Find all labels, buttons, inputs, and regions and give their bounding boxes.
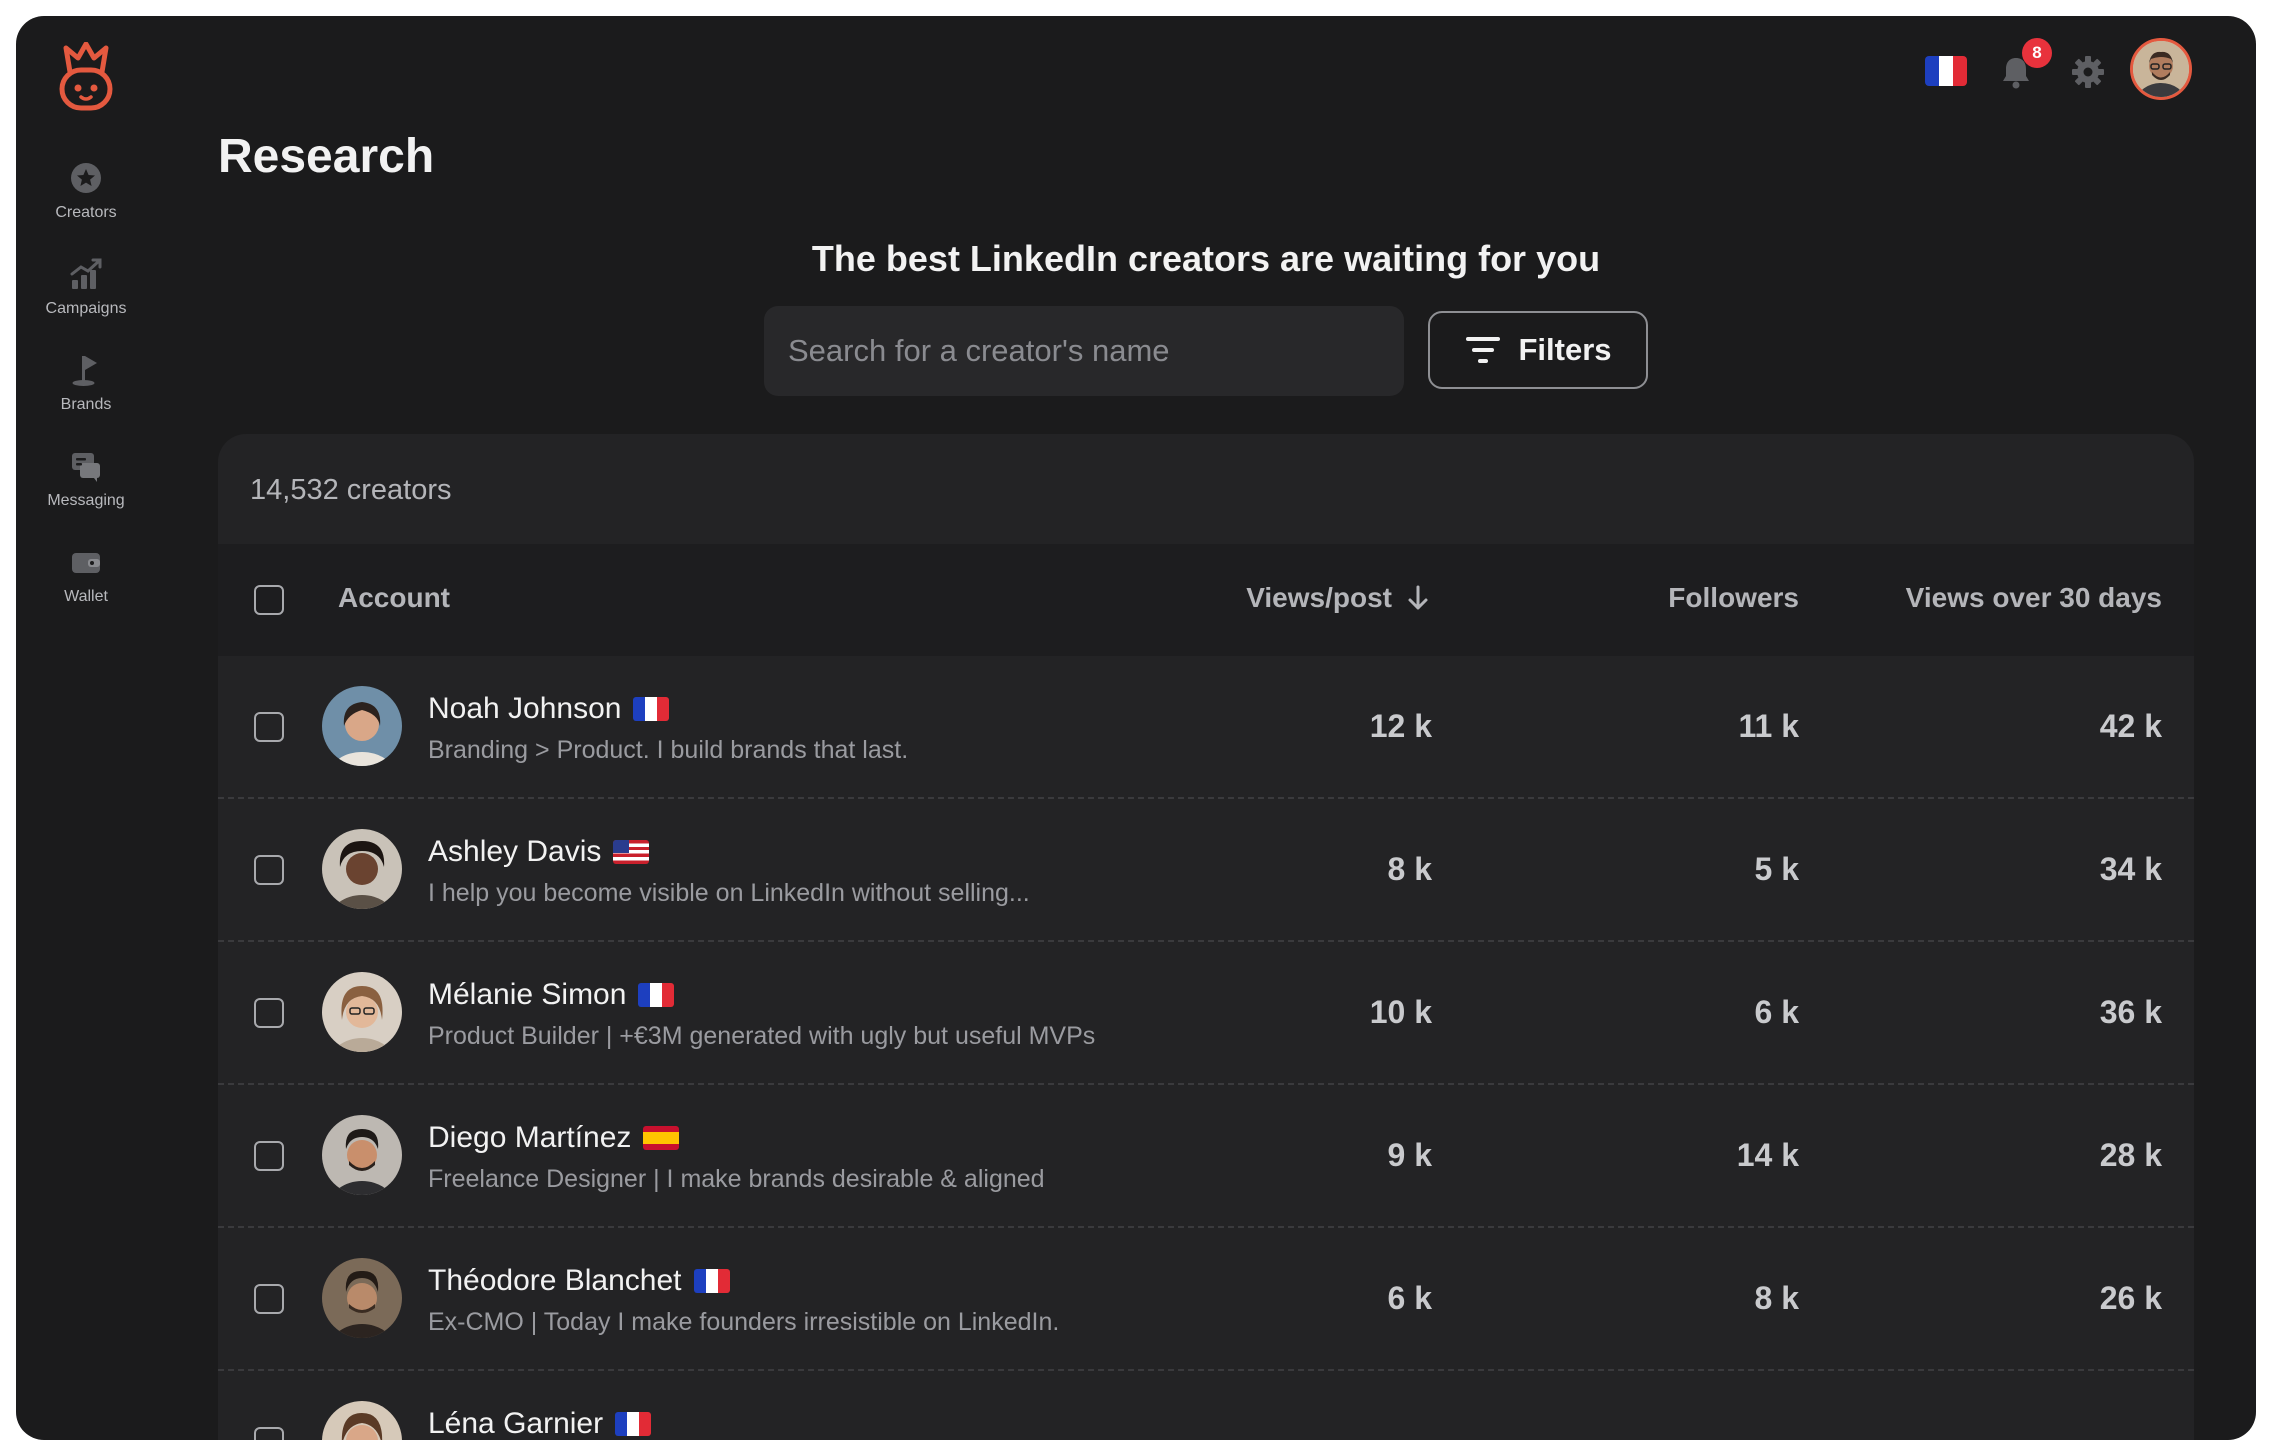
table-header: Account Views/post Followers Views over … [218,544,2194,656]
views-per-post: 12 k [1369,708,1432,744]
views-per-post: 9 k [1387,1137,1432,1173]
star-icon [71,163,101,193]
creator-name-text: Mélanie Simon [428,978,627,1011]
followers-count: 11 k [1738,708,1799,744]
views-30-days: 42 k [2099,708,2162,744]
column-views-30-days[interactable]: Views over 30 days [1906,582,2162,614]
row-checkbox[interactable] [254,712,284,742]
creator-name-text: Ashley Davis [428,835,602,868]
creator-bio: Branding > Product. I build brands that … [428,736,909,764]
france-flag-icon [638,983,675,1007]
search-input[interactable] [764,306,1404,396]
user-avatar-image [2133,41,2189,97]
views-30-days: 36 k [2099,994,2162,1030]
views-30-days: 28 k [2099,1137,2162,1173]
gear-icon[interactable] [2070,54,2106,90]
creator-name[interactable]: Théodore Blanchet [428,1264,730,1298]
language-flag-icon[interactable] [1925,56,1967,86]
creator-avatar [322,972,402,1052]
sidebar-item-creators[interactable]: Creators [16,146,156,242]
france-flag-icon [693,1269,730,1293]
sidebar-item-label: Wallet [64,588,108,605]
chat-icon [72,453,100,482]
creators-list: Noah Johnson Branding > Product. I build… [218,656,2194,1440]
column-views-post-label: Views/post [1246,582,1392,613]
creators-panel: 14,532 creators Account Views/post Follo… [218,434,2194,1440]
creator-bio: Freelance Designer | I make brands desir… [428,1165,1045,1193]
creator-name[interactable]: Mélanie Simon [428,978,675,1012]
views-per-post: 10 k [1369,994,1432,1030]
spain-flag-icon [643,1126,680,1150]
sidebar-item-label: Messaging [47,492,125,509]
followers-count: 14 k [1736,1137,1799,1173]
sidebar-item-label: Creators [55,204,117,221]
creator-name[interactable]: Ashley Davis [428,835,650,869]
creator-name[interactable]: Noah Johnson [428,692,670,726]
creator-avatar [322,1258,402,1338]
sort-down-icon [1408,585,1428,610]
row-checkbox[interactable] [254,1427,284,1440]
sidebar-nav: Creators Campaigns Brands Messaging Wall… [16,146,156,626]
notification-badge: 8 [2022,38,2052,68]
usa-flag-icon [613,840,650,864]
creator-avatar [322,829,402,909]
creator-name[interactable]: Léna Garnier [428,1407,652,1440]
filters-label: Filters [1518,332,1612,367]
table-row[interactable]: Diego Martínez Freelance Designer | I ma… [218,1085,2194,1228]
creator-name-text: Diego Martínez [428,1121,632,1154]
filters-button[interactable]: Filters [1428,311,1648,389]
followers-count: 5 k [1754,851,1799,887]
followers-count: 8 k [1754,1280,1799,1316]
rabbit-logo-icon[interactable] [56,42,116,112]
creator-avatar [322,1115,402,1195]
table-row[interactable]: Léna Garnier [218,1371,2194,1440]
creator-avatar [322,1401,402,1440]
sidebar-item-label: Campaigns [45,300,127,317]
chart-up-icon [70,258,102,289]
creator-bio: Product Builder | +€3M generated with ug… [428,1022,1096,1050]
creator-name-text: Léna Garnier [428,1407,604,1440]
creator-bio: I help you become visible on LinkedIn wi… [428,879,1030,907]
table-row[interactable]: Noah Johnson Branding > Product. I build… [218,656,2194,799]
views-per-post: 8 k [1387,851,1432,887]
column-views-post[interactable]: Views/post [1246,582,1430,614]
table-row[interactable]: Mélanie Simon Product Builder | +€3M gen… [218,942,2194,1085]
hero-heading: The best LinkedIn creators are waiting f… [811,238,1601,279]
sidebar-item-brands[interactable]: Brands [16,338,156,434]
row-checkbox[interactable] [254,1284,284,1314]
user-avatar[interactable] [2130,38,2192,100]
app-window: Creators Campaigns Brands Messaging Wall… [16,16,2256,1440]
views-30-days: 26 k [2099,1280,2162,1316]
select-all-checkbox[interactable] [254,585,284,615]
row-checkbox[interactable] [254,998,284,1028]
sidebar-item-messaging[interactable]: Messaging [16,434,156,530]
column-account[interactable]: Account [338,582,450,614]
table-row[interactable]: Ashley Davis I help you become visible o… [218,799,2194,942]
column-followers[interactable]: Followers [1668,582,1799,614]
views-per-post: 6 k [1387,1280,1432,1316]
table-row[interactable]: Théodore Blanchet Ex-CMO | Today I make … [218,1228,2194,1371]
filter-lines-icon [1466,337,1501,363]
sidebar-item-wallet[interactable]: Wallet [16,530,156,626]
creator-name[interactable]: Diego Martínez [428,1121,680,1155]
france-flag-icon [615,1412,652,1436]
followers-count: 6 k [1754,994,1799,1030]
creator-bio: Ex-CMO | Today I make founders irresisti… [428,1308,1060,1336]
france-flag-icon [633,697,670,721]
sidebar-item-campaigns[interactable]: Campaigns [16,242,156,338]
views-30-days: 34 k [2099,851,2162,887]
flag-icon [72,356,97,386]
row-checkbox[interactable] [254,1141,284,1171]
row-checkbox[interactable] [254,855,284,885]
creator-name-text: Théodore Blanchet [428,1264,682,1297]
page-title: Research [218,130,435,183]
creators-count: 14,532 creators [250,474,452,506]
wallet-icon [72,553,100,573]
creator-avatar [322,686,402,766]
sidebar-item-label: Brands [60,396,112,413]
creator-name-text: Noah Johnson [428,692,622,725]
